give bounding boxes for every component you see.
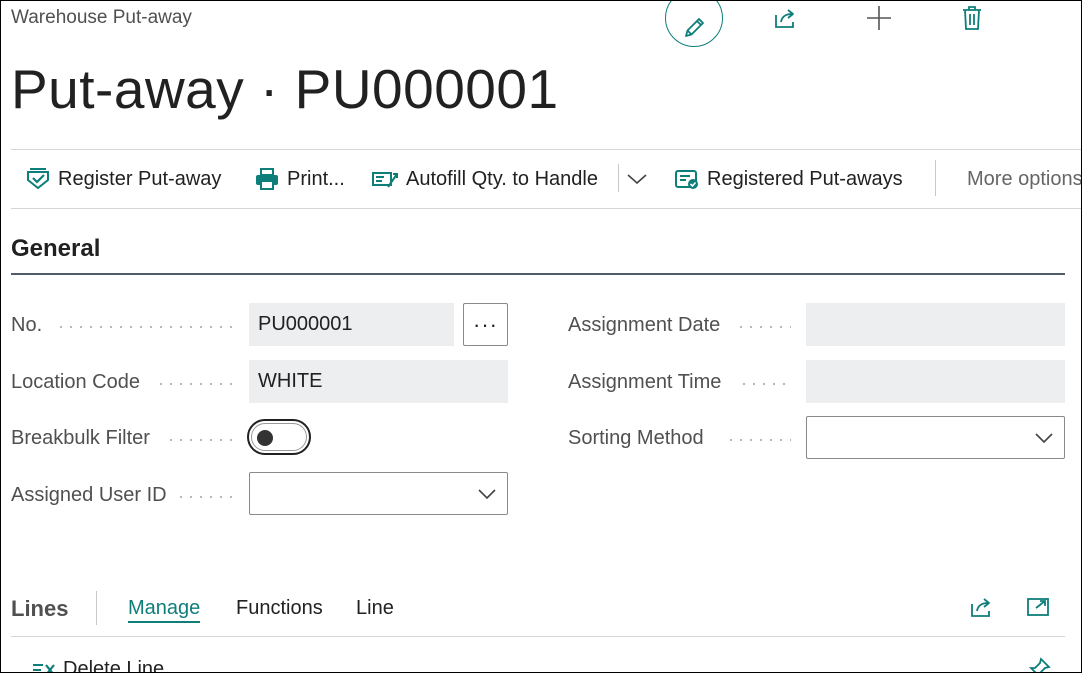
register-icon — [25, 167, 58, 191]
lines-share-button[interactable] — [969, 595, 995, 619]
delete-button[interactable] — [957, 4, 987, 32]
assignment-time-field[interactable] — [806, 360, 1065, 403]
sorting-method-label: Sorting Method — [568, 427, 704, 449]
no-assist-button[interactable]: ··· — [463, 303, 508, 346]
autofill-dropdown-button[interactable] — [626, 150, 655, 208]
assigned-user-id-select[interactable] — [249, 472, 508, 515]
breadcrumb: Warehouse Put-away — [11, 7, 192, 28]
pin-button[interactable] — [1027, 657, 1051, 672]
share-icon — [773, 6, 799, 30]
pencil-icon — [681, 15, 707, 41]
breakbulk-filter-toggle[interactable] — [247, 419, 311, 455]
no-label: No. — [11, 314, 43, 336]
autofill-label: Autofill Qty. to Handle — [406, 167, 598, 190]
register-putaway-label: Register Put-away — [58, 167, 222, 190]
lines-section-title[interactable]: Lines — [11, 596, 68, 622]
chevron-down-icon — [477, 488, 497, 500]
split-divider — [618, 164, 619, 192]
delete-line-button[interactable]: Delete Line — [31, 658, 165, 673]
location-code-dots — [156, 383, 236, 385]
location-code-label: Location Code — [11, 371, 140, 393]
assignment-date-dots — [736, 326, 791, 328]
tab-manage[interactable]: Manage — [128, 597, 201, 623]
assignment-time-label: Assignment Time — [568, 371, 722, 393]
print-button[interactable]: Print... — [254, 150, 345, 208]
plus-icon — [865, 4, 893, 32]
assignment-time-dots — [739, 383, 791, 385]
sorting-method-select[interactable] — [806, 416, 1065, 459]
new-button[interactable] — [864, 4, 894, 32]
action-bar: Register Put-away Print... Autofill Qty.… — [11, 149, 1081, 209]
location-code-field[interactable]: WHITE — [249, 360, 508, 403]
more-options-button[interactable]: More options — [967, 150, 1082, 208]
registered-icon — [674, 167, 707, 191]
autofill-qty-button[interactable]: Autofill Qty. to Handle — [371, 150, 598, 208]
delete-line-label: Delete Line — [63, 658, 165, 673]
autofill-icon — [371, 167, 406, 191]
lines-divider — [11, 636, 1065, 637]
tab-functions[interactable]: Functions — [236, 597, 323, 620]
assigned-user-dots — [176, 496, 236, 498]
page-title: Put-away · PU000001 — [11, 58, 559, 120]
trash-icon — [961, 5, 983, 31]
toggle-knob — [257, 430, 273, 446]
assignment-date-field[interactable] — [806, 303, 1065, 346]
chevron-down-icon — [626, 172, 655, 186]
chevron-down-icon — [1034, 432, 1054, 444]
printer-icon — [254, 167, 287, 191]
register-putaway-button[interactable]: Register Put-away — [25, 150, 221, 208]
share-button[interactable] — [771, 4, 801, 32]
delete-line-icon — [31, 659, 57, 672]
more-options-label: More options — [967, 167, 1082, 190]
breakbulk-dots — [166, 439, 236, 441]
more-divider — [935, 160, 936, 196]
tab-line[interactable]: Line — [356, 597, 394, 620]
general-section-title[interactable]: General — [11, 235, 100, 263]
general-section-divider — [11, 273, 1065, 275]
registered-putaways-button[interactable]: Registered Put-aways — [674, 150, 903, 208]
sorting-method-dots — [726, 439, 791, 441]
no-dots — [56, 326, 236, 328]
breakbulk-filter-label: Breakbulk Filter — [11, 427, 150, 449]
lines-expand-button[interactable] — [1026, 596, 1050, 618]
registered-putaways-label: Registered Put-aways — [707, 167, 903, 190]
no-field[interactable]: PU000001 — [249, 303, 454, 346]
share-icon — [969, 595, 995, 619]
page-frame: Warehouse Put-away Put-away · PU000001 R… — [0, 0, 1082, 673]
assigned-user-id-label: Assigned User ID — [11, 484, 167, 506]
lines-title-divider — [96, 591, 97, 625]
assignment-date-label: Assignment Date — [568, 314, 721, 336]
expand-icon — [1026, 596, 1050, 618]
print-label: Print... — [287, 167, 345, 190]
pin-icon — [1027, 657, 1051, 672]
edit-button[interactable] — [665, 1, 723, 47]
